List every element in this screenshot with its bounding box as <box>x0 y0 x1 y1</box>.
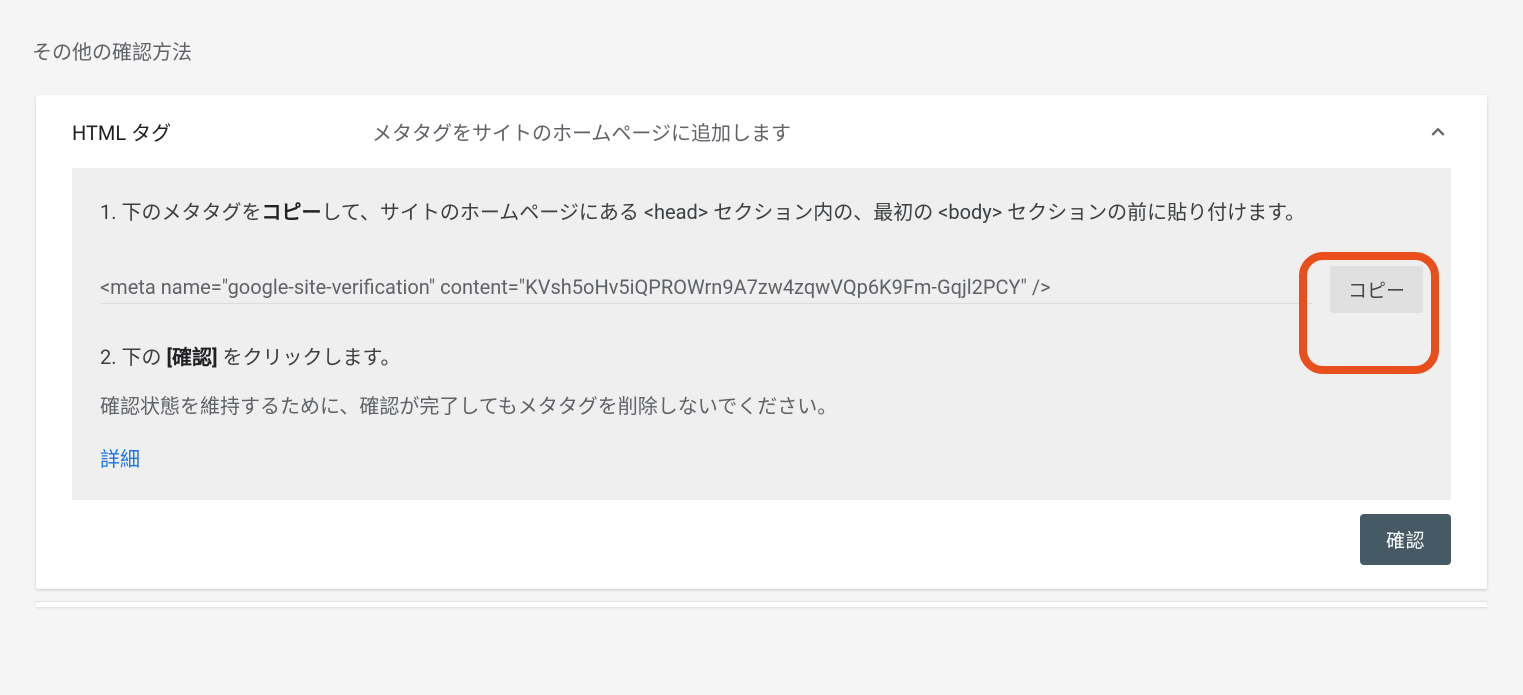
step2-post: をクリックします。 <box>218 345 401 369</box>
retain-note: 確認状態を維持するために、確認が完了してもメタタグを削除しないでください。 <box>100 390 1423 419</box>
card-header[interactable]: HTML タグ メタタグをサイトのホームページに追加します <box>36 95 1487 168</box>
chevron-up-icon <box>1425 119 1451 145</box>
next-card-stub <box>36 601 1487 607</box>
confirm-button[interactable]: 確認 <box>1360 514 1451 565</box>
page-title: その他の確認方法 <box>0 0 1523 95</box>
card-header-description: メタタグをサイトのホームページに追加します <box>372 117 1425 146</box>
step1-pre: 下のメタタグを <box>121 200 261 224</box>
step1-bold: コピー <box>261 200 321 224</box>
meta-tag-code[interactable]: <meta name="google-site-verification" co… <box>100 275 1312 304</box>
step2-instruction: 2. 下の [確認] をクリックします。 <box>100 341 1423 370</box>
step2-bold: [確認] <box>166 345 217 369</box>
code-row: <meta name="google-site-verification" co… <box>100 266 1423 313</box>
step2-pre: 下の <box>121 345 166 369</box>
verification-card: HTML タグ メタタグをサイトのホームページに追加します 1. 下のメタタグを… <box>36 95 1487 589</box>
step1-instruction: 1. 下のメタタグをコピーして、サイトのホームページにある <head> セクシ… <box>100 196 1423 228</box>
copy-button[interactable]: コピー <box>1330 266 1423 313</box>
card-body: 1. 下のメタタグをコピーして、サイトのホームページにある <head> セクシ… <box>72 168 1451 500</box>
card-footer: 確認 <box>36 500 1487 589</box>
step2-number: 2. <box>100 345 121 369</box>
step1-post: して、サイトのホームページにある <head> セクション内の、最初の <bod… <box>321 200 1305 224</box>
card-header-title: HTML タグ <box>72 117 372 146</box>
step1-number: 1. <box>100 200 121 224</box>
details-link[interactable]: 詳細 <box>100 443 140 472</box>
